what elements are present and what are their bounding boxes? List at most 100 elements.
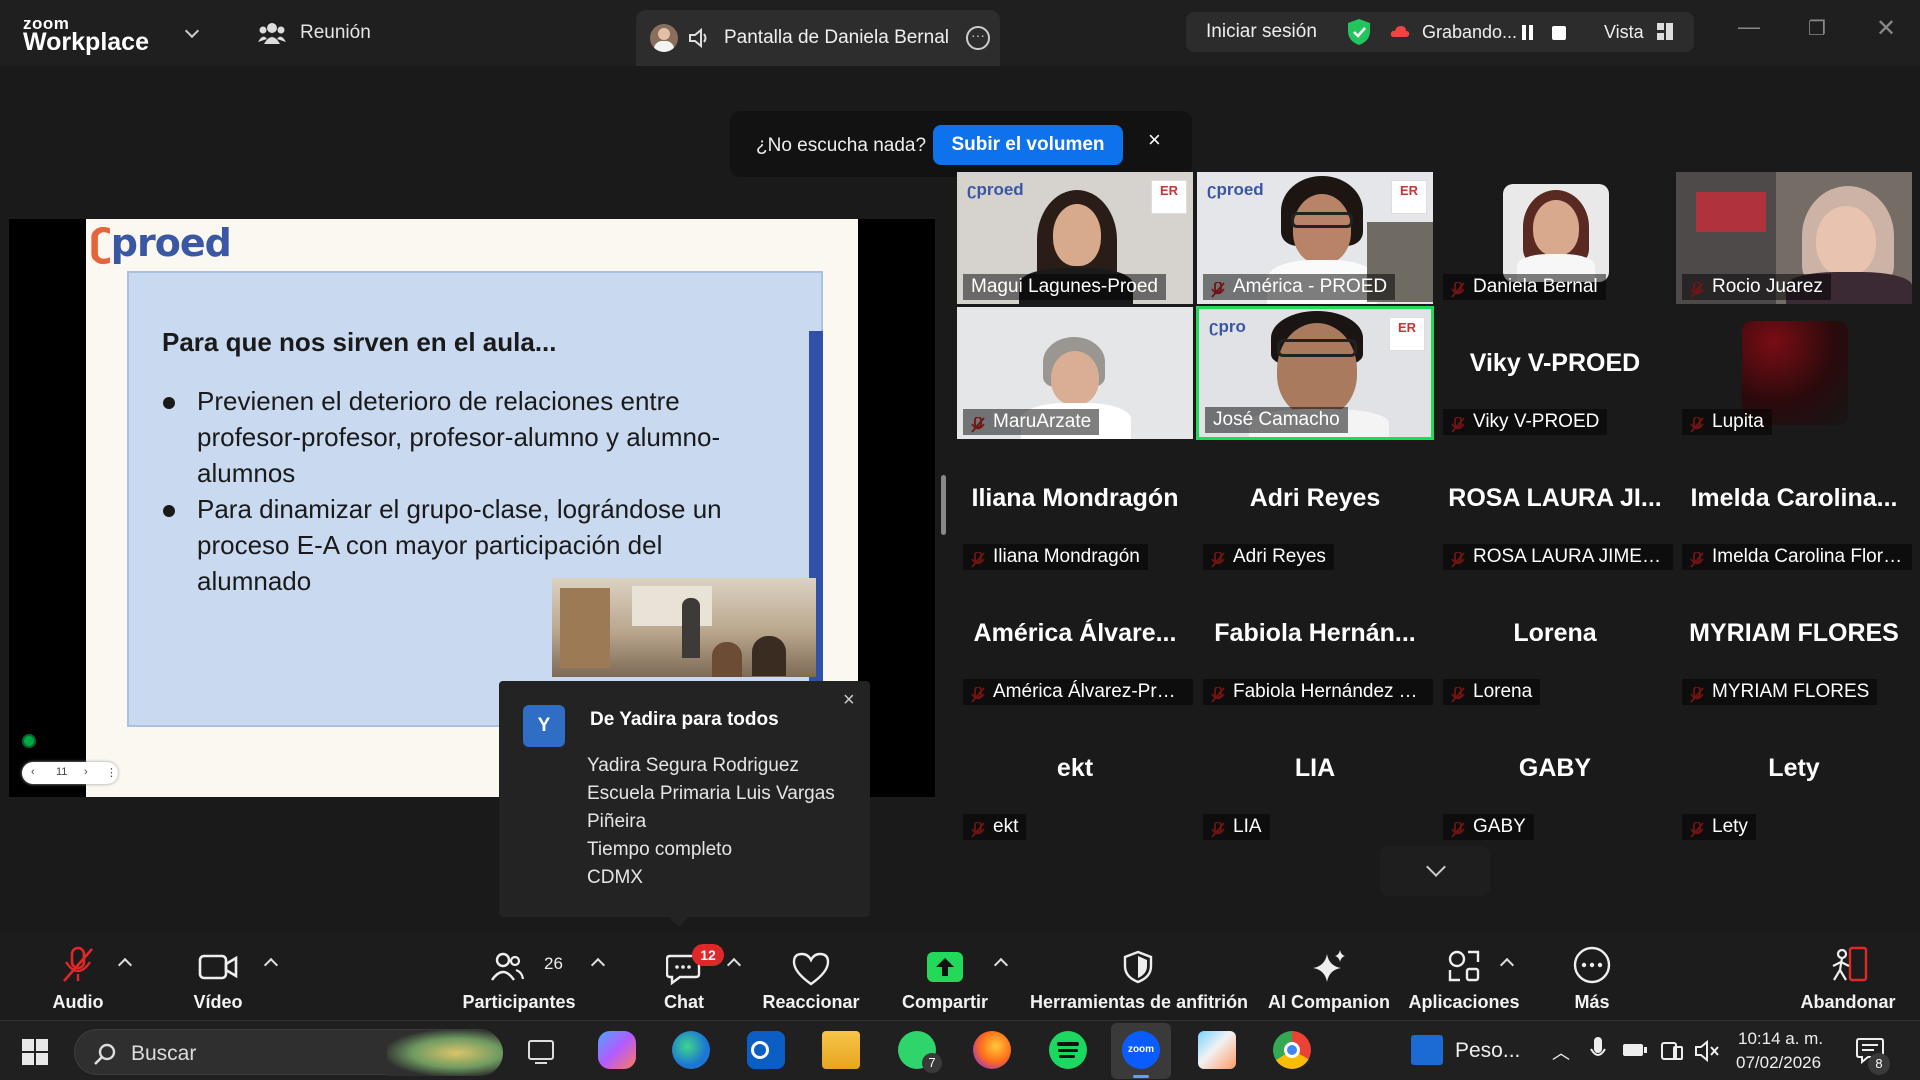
stop-recording-icon[interactable] (1552, 26, 1566, 40)
signin-button[interactable]: Iniciar sesión (1206, 21, 1317, 43)
participant-name: Imelda Carolina Flores... (1682, 544, 1912, 570)
next-slide-icon[interactable]: › (84, 766, 88, 778)
paint-icon[interactable] (1198, 1031, 1236, 1069)
participant-tile[interactable]: ekt ekt (957, 712, 1193, 844)
participant-display-name: Adri Reyes (1249, 484, 1381, 512)
participant-tile[interactable]: Rocio Juarez (1676, 172, 1912, 304)
chat-sender: De Yadira para todos (590, 709, 779, 730)
participant-tile[interactable]: Imelda Carolina... Imelda Carolina Flore… (1676, 442, 1912, 574)
sender-avatar: Y (523, 705, 565, 747)
clock-date[interactable]: 07/02/2026 (1736, 1053, 1821, 1073)
participant-tile-active-speaker[interactable]: ʗpro ER José Camacho (1196, 306, 1434, 440)
clock-time[interactable]: 10:14 a. m. (1738, 1029, 1823, 1049)
muted-mic-icon (63, 946, 93, 982)
proed-logo: ʗproed (90, 221, 232, 265)
spotify-icon[interactable] (1049, 1031, 1087, 1069)
whatsapp-icon[interactable]: 7 (898, 1031, 942, 1073)
weather-widget-icon[interactable] (1411, 1035, 1443, 1065)
taskbar-search[interactable]: Buscar (74, 1029, 503, 1076)
windows-taskbar: Buscar 7 zoom Peso... ︿ 10:14 a. m. 07/0… (0, 1020, 1920, 1080)
whatsapp-badge: 7 (922, 1053, 942, 1073)
participant-tile[interactable]: Iliana Mondragón Iliana Mondragón (957, 442, 1193, 574)
view-button[interactable]: Vista (1604, 22, 1644, 43)
share-more-icon[interactable]: ··· (966, 26, 990, 50)
react-label: Reaccionar (762, 992, 860, 1012)
prev-slide-icon[interactable]: ‹ (31, 766, 35, 778)
gallery-next-page-button[interactable] (1380, 846, 1490, 896)
close-window-button[interactable]: ✕ (1876, 14, 1896, 43)
gallery-scrollbar[interactable] (941, 475, 946, 535)
video-button[interactable]: Vídeo (168, 932, 268, 1020)
participants-options-caret[interactable] (590, 957, 606, 973)
slide-page-number: 11 (56, 766, 68, 778)
react-button[interactable]: Reaccionar (756, 932, 866, 1020)
heart-icon (792, 952, 830, 986)
chrome-icon[interactable] (1273, 1031, 1311, 1069)
pause-recording-icon[interactable] (1522, 25, 1526, 40)
tray-expand-icon[interactable]: ︿ (1552, 1039, 1570, 1065)
participant-name: José Camacho (1205, 407, 1348, 433)
participant-tile[interactable]: MaruArzate (957, 307, 1193, 439)
leave-button[interactable]: Abandonar (1796, 932, 1900, 1020)
raise-volume-button[interactable]: Subir el volumen (933, 125, 1123, 165)
zoom-taskbar-active[interactable]: zoom (1111, 1023, 1171, 1079)
view-grid-icon (1657, 23, 1673, 40)
slide-navigator[interactable]: ‹ 11 › ⋮ (22, 762, 118, 784)
chat-line: Tiempo completo (587, 839, 733, 860)
annotation-icon[interactable] (22, 734, 36, 748)
restore-button[interactable]: ❐ (1808, 16, 1826, 41)
slide-menu-icon[interactable]: ⋮ (106, 766, 117, 779)
apps-label: Aplicaciones (1408, 992, 1520, 1012)
participant-name: América - PROED (1203, 274, 1396, 300)
participants-count: 26 (544, 954, 563, 973)
audio-question: ¿No escucha nada? (756, 135, 927, 156)
network-icon[interactable] (1660, 1039, 1684, 1063)
host-tools-button[interactable]: Herramientas de anfitrión (1030, 932, 1248, 1020)
participant-name: ekt (963, 814, 1027, 840)
volume-muted-icon[interactable] (1694, 1039, 1720, 1063)
apps-button[interactable]: Aplicaciones (1406, 932, 1522, 1020)
battery-icon[interactable] (1622, 1041, 1648, 1059)
participant-tile[interactable]: América Álvare... América Álvarez-Proed (957, 577, 1193, 709)
participant-tile[interactable]: Lorena Lorena (1437, 577, 1673, 709)
close-notice-button[interactable]: × (1148, 127, 1161, 153)
outlook-icon[interactable] (747, 1031, 785, 1069)
participant-tile[interactable]: GABY GABY (1437, 712, 1673, 844)
more-label: Más (1574, 992, 1610, 1012)
meeting-info-button[interactable]: Reunión (258, 22, 371, 44)
participant-tile[interactable]: Adri Reyes Adri Reyes (1197, 442, 1433, 574)
participant-display-name: Viky V-PROED (1469, 349, 1641, 377)
mic-tray-icon[interactable] (1590, 1037, 1606, 1063)
participants-button[interactable]: 26 Participantes (460, 932, 578, 1020)
participant-tile[interactable]: Lety Lety (1676, 712, 1912, 844)
widget-text[interactable]: Peso... (1455, 1039, 1520, 1063)
chevron-down-icon[interactable] (184, 23, 200, 39)
share-screen-button[interactable]: Compartir (890, 932, 1000, 1020)
participant-tile[interactable]: ʗproed ER Magui Lagunes-Proed (957, 172, 1193, 304)
copilot-icon[interactable] (598, 1031, 636, 1069)
edge-icon[interactable] (672, 1031, 710, 1069)
chat-line: Piñeira (587, 811, 647, 832)
participant-tile[interactable]: LIA LIA (1197, 712, 1433, 844)
participant-tile[interactable]: Fabiola Hernán... Fabiola Hernández Trej… (1197, 577, 1433, 709)
ai-companion-button[interactable]: AI Companion (1266, 932, 1392, 1020)
recording-status: Grabando... (1422, 22, 1518, 42)
task-view-icon[interactable] (527, 1039, 555, 1065)
chat-notification[interactable]: Y De Yadira para todos × Yadira Segura R… (499, 681, 870, 927)
minimize-button[interactable]: — (1738, 14, 1760, 40)
participant-tile[interactable]: Viky V-PROED Viky V-PROED (1437, 307, 1673, 439)
screen-share-indicator[interactable]: Pantalla de Daniela Bernal ··· (636, 10, 1000, 66)
participant-tile[interactable]: ʗproed ER América - PROED (1197, 172, 1433, 304)
close-chat-popup-button[interactable]: × (843, 689, 855, 712)
windows-start-icon[interactable] (22, 1039, 48, 1065)
more-button[interactable]: Más (1552, 932, 1632, 1020)
shield-check-icon[interactable] (1346, 18, 1372, 46)
participant-tile[interactable]: Lupita (1676, 307, 1912, 439)
participant-tile[interactable]: Daniela Bernal (1437, 172, 1673, 304)
firefox-icon[interactable] (973, 1031, 1011, 1069)
file-explorer-icon[interactable] (822, 1031, 860, 1069)
participant-display-name: Fabiola Hernán... (1214, 619, 1416, 647)
participant-tile[interactable]: MYRIAM FLORES MYRIAM FLORES (1676, 577, 1912, 709)
participant-tile[interactable]: ROSA LAURA JI... ROSA LAURA JIMENEZ... (1437, 442, 1673, 574)
audio-button[interactable]: Audio (28, 932, 128, 1020)
